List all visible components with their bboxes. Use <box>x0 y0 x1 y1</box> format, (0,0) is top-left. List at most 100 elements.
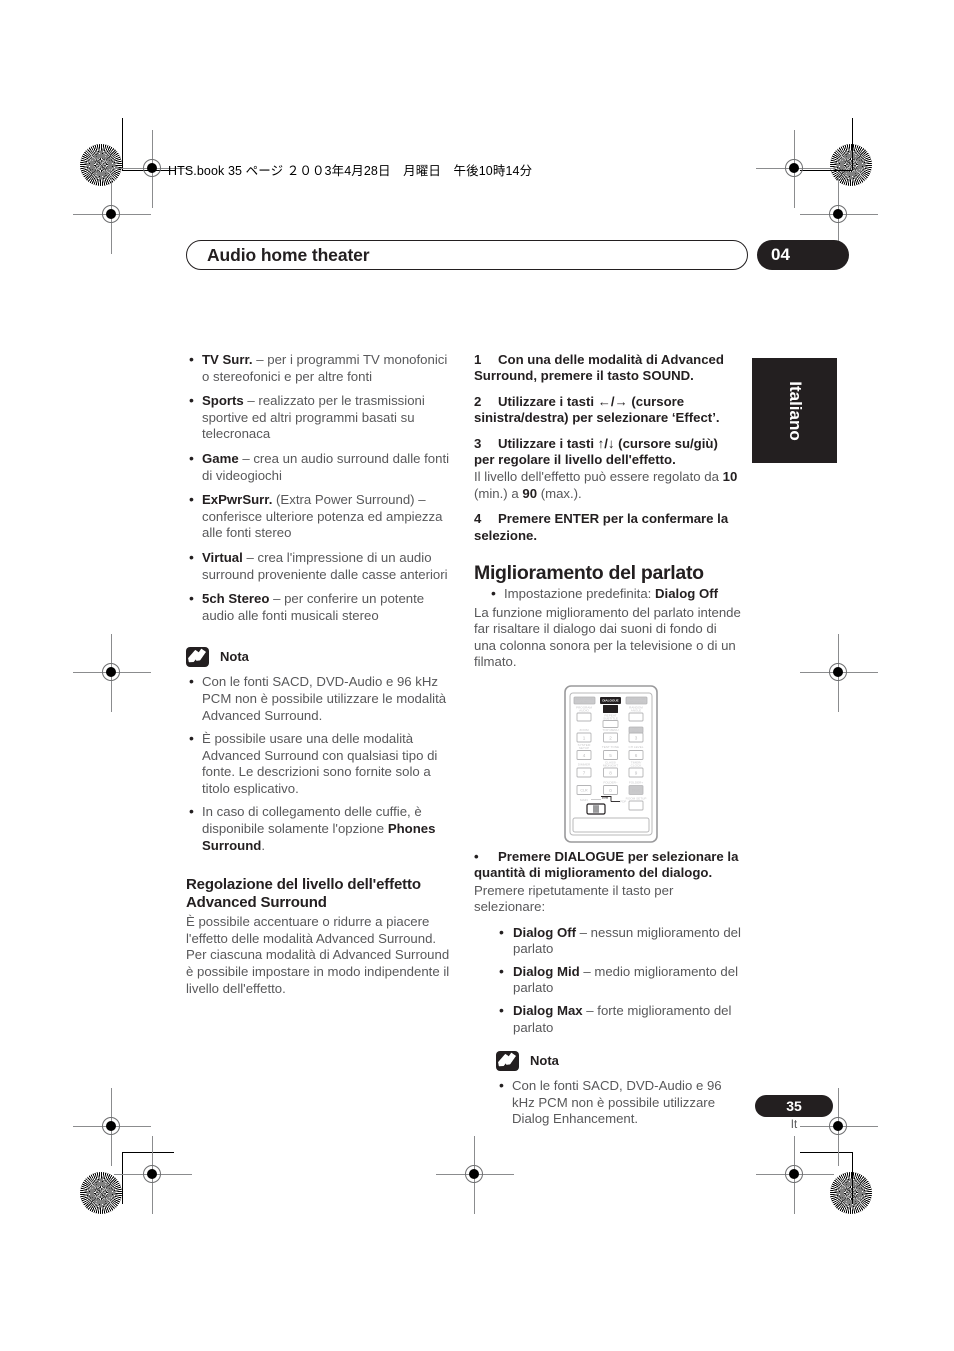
registration-mark-bottom-right <box>756 1136 834 1214</box>
mode-term: TV Surr. <box>202 352 253 367</box>
note-list: Con le fonti SACD, DVD-Audio e 96 kHz PC… <box>186 673 454 854</box>
step-text: Con una delle modalità di Advanced Surro… <box>474 352 724 384</box>
remote-control-illustration: .body { fill:#ffffff; stroke:#9a9a9c; st… <box>563 684 659 844</box>
note-list: Con le fonti SACD, DVD-Audio e 96 kHz PC… <box>496 1077 742 1128</box>
dialog-enhancement-intro: La funzione miglioramento del parlato in… <box>474 604 741 670</box>
mode-term: ExPwrSurr. <box>202 492 273 508</box>
dialog-option-term: Dialog Off <box>513 924 577 940</box>
language-tab: Italiano <box>752 358 837 463</box>
svg-text:TOP MENU: TOP MENU <box>602 728 618 732</box>
svg-text:MAIN: MAIN <box>580 798 588 802</box>
svg-text:AUTO: AUTO <box>580 700 589 704</box>
step-text: Premere ENTER per la confermare la selez… <box>474 511 729 543</box>
registration-mark-left-lower <box>73 1088 151 1166</box>
effect-level-max: 90 <box>522 485 538 501</box>
svg-text:CH LEVEL: CH LEVEL <box>629 745 644 749</box>
list-item: Con le fonti SACD, DVD-Audio e 96 kHz PC… <box>186 673 454 724</box>
registration-mark-left-upper <box>73 176 151 254</box>
svg-text:1: 1 <box>583 736 586 741</box>
list-item: Con le fonti SACD, DVD-Audio e 96 kHz PC… <box>496 1077 742 1128</box>
language-tab-label: Italiano <box>785 380 805 441</box>
effect-level-min: 10 <box>722 469 738 485</box>
chapter-number-badge: 04 <box>757 240 849 270</box>
svg-text:SUBTITLE: SUBTITLE <box>603 717 618 721</box>
list-item: Dialog Mid – medio miglioramento del par… <box>495 963 742 997</box>
note-label: Nota <box>530 1052 559 1068</box>
default-setting-prefix: Impostazione predefinita: <box>504 586 656 602</box>
svg-text:3: 3 <box>635 736 638 741</box>
step-3: 3 Utilizzare i tasti ↑/↓ (cursore su/giù)… <box>474 436 742 503</box>
registration-mark-bottom-left <box>114 1136 192 1214</box>
list-item: Sports – realizzato per le trasmissioni … <box>186 392 454 443</box>
svg-text:ZOOM: ZOOM <box>579 728 589 732</box>
print-rosette-top-left <box>80 144 122 186</box>
mode-term: 5ch Stereo <box>202 591 270 607</box>
step-number: 1 <box>474 352 482 367</box>
dialog-option-term: Dialog Mid <box>513 963 580 979</box>
svg-text:0: 0 <box>609 788 612 793</box>
mode-desc: – crea un audio surround dalle fonti di … <box>202 450 450 483</box>
mode-term: Game <box>202 450 239 466</box>
svg-text:DISC: DISC <box>632 789 641 793</box>
svg-text:CLR: CLR <box>580 789 588 793</box>
registration-mark-bottom-center <box>436 1136 514 1214</box>
dialogue-instruction-text: Premere DIALOGUE per selezionare la quan… <box>474 849 739 881</box>
svg-text:6: 6 <box>635 753 638 758</box>
page-number: 35 <box>786 1098 802 1114</box>
svg-text:8: 8 <box>609 771 612 776</box>
step3-detail-part2: (min.) a <box>474 485 523 501</box>
list-item: ExPwrSurr. (Extra Power Surround) – conf… <box>186 491 454 542</box>
registration-mark-top-left <box>114 130 192 208</box>
registration-mark-right-upper <box>800 176 878 254</box>
svg-text:9: 9 <box>635 771 638 776</box>
svg-text:4: 4 <box>583 753 586 758</box>
step3-detail-part3: (max.). <box>537 485 582 501</box>
dialog-option-term: Dialog Max <box>513 1003 583 1019</box>
svg-text:SETUP: SETUP <box>579 746 589 750</box>
step-1: 1 Con una delle modalità di Advanced Surr… <box>474 352 742 385</box>
list-item: Virtual – crea l'impressione di un audio… <box>186 549 454 583</box>
chapter-title-bar: Audio home theater <box>186 240 748 270</box>
mode-term: Sports <box>202 393 244 409</box>
svg-text:FOLDER+: FOLDER+ <box>629 781 644 785</box>
svg-text:TEST TONE: TEST TONE <box>602 745 619 749</box>
list-item: Dialog Max – forte miglioramento del par… <box>495 1002 742 1036</box>
note-header: Nota <box>186 647 454 668</box>
page-language-code: It <box>790 1119 798 1131</box>
svg-text:CLOCK: CLOCK <box>631 763 643 767</box>
pencil-note-icon <box>496 1051 519 1072</box>
dialogue-instruction-sub: Premere ripetutamente il tasto per selez… <box>474 882 674 915</box>
list-item: Dialog Off – nessun miglioramento del pa… <box>495 924 742 958</box>
print-file-info-line: HTS.book 35 ページ ２００3年4月28日 月曜日 午後10時14分 <box>168 164 533 178</box>
default-setting-value: Dialog Off <box>655 586 719 602</box>
svg-text:SUB: SUB <box>602 795 609 799</box>
svg-text:DIALOGUE: DIALOGUE <box>602 699 618 703</box>
svg-text:2: 2 <box>609 736 612 741</box>
step-number: 3 <box>474 435 482 451</box>
svg-text:MIDNIGHT: MIDNIGHT <box>603 763 618 767</box>
svg-text:DIMMER: DIMMER <box>578 763 591 767</box>
page-number-badge: 35 <box>755 1095 833 1117</box>
left-column: TV Surr. – per i programmi TV monofonici… <box>186 351 454 997</box>
svg-text:ROOM SETUP: ROOM SETUP <box>626 796 647 800</box>
step-text: Utilizzare i tasti ↑/↓ (cursore su/giù) … <box>474 435 718 468</box>
svg-text:AUDIO: AUDIO <box>579 709 589 713</box>
svg-text:ADVANCED: ADVANCED <box>628 700 645 704</box>
step-text: Utilizzare i tasti ←/→ (cursore sinistra… <box>474 393 720 426</box>
step-2: 2 Utilizzare i tasti ←/→ (cursore sinistr… <box>474 394 742 427</box>
mode-term: Virtual <box>202 549 243 565</box>
list-item: È possibile usare una delle modalità Adv… <box>186 730 454 797</box>
note-phones-suffix: . <box>261 837 266 853</box>
svg-text:FOLDER–: FOLDER– <box>603 781 618 785</box>
list-item: In caso di collegamento delle cuffie, è … <box>186 803 454 854</box>
svg-text:7: 7 <box>583 771 586 776</box>
step-3-detail: Il livello dell'effetto può essere regol… <box>474 469 742 502</box>
dialogue-instruction: • Premere DIALOGUE per selezionare la qua… <box>474 849 742 916</box>
list-item: 5ch Stereo – per conferire un potente au… <box>186 590 454 624</box>
registration-mark-right-middle <box>800 634 878 712</box>
svg-text:ANGLE: ANGLE <box>631 709 642 713</box>
section-heading-effect-level: Regolazione del livello dell'effetto Adv… <box>186 876 421 912</box>
list-item: TV Surr. – per i programmi TV monofonici… <box>186 351 454 385</box>
registration-mark-top-right <box>756 130 834 208</box>
section-body-effect-level: È possibile accentuare o ridurre a piace… <box>186 914 450 996</box>
